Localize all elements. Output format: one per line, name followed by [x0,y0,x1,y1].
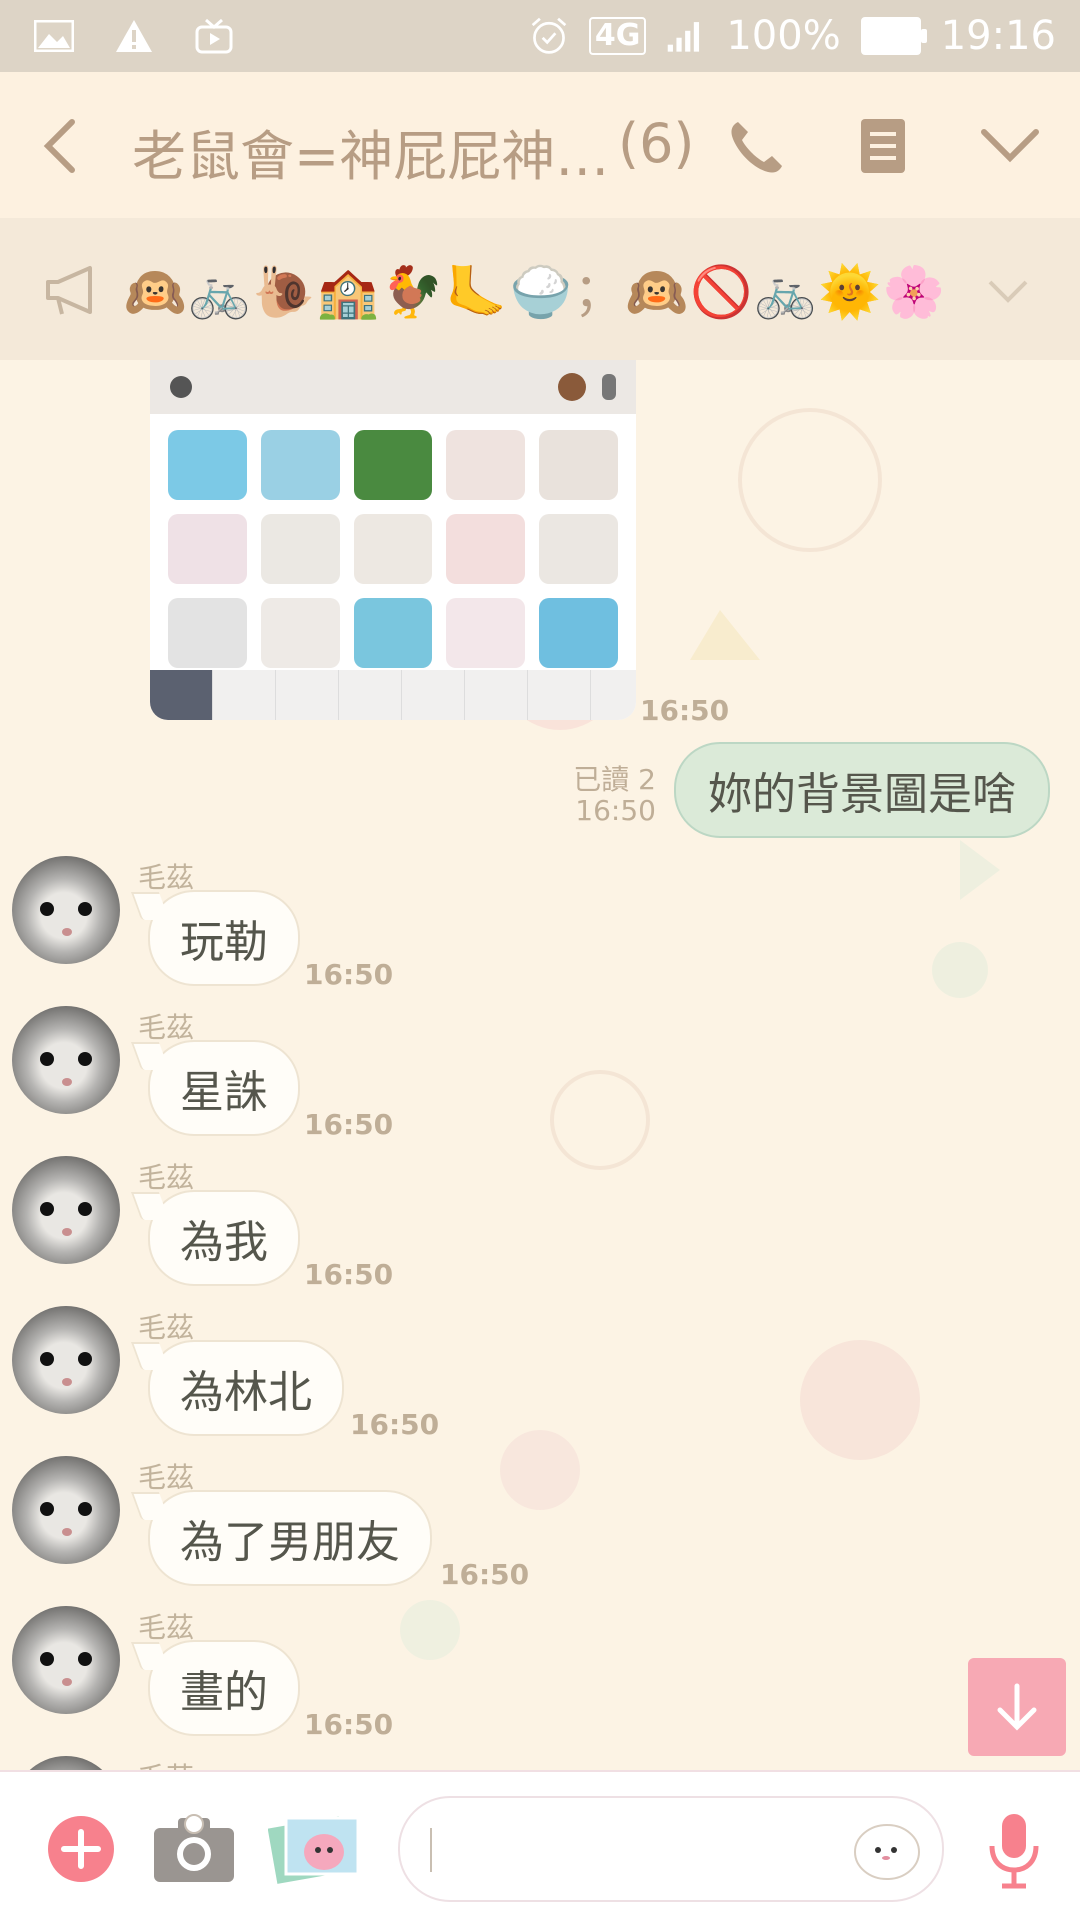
incoming-message-bubble[interactable]: 為我 [148,1190,300,1286]
text-caret [430,1828,432,1872]
incoming-message-bubble[interactable]: 為林北 [148,1340,344,1436]
camera-icon[interactable] [152,1812,236,1884]
incoming-message-bubble[interactable]: 畫的 [148,1640,300,1736]
note-icon[interactable] [858,116,908,176]
message-time: 16:50 [304,1708,394,1741]
warning-icon [114,18,154,54]
battery-icon [860,17,927,55]
gallery-icon [34,18,74,54]
chat-header: 老鼠會=神屁屁神… (6) [0,72,1080,218]
phone-icon[interactable] [724,116,788,180]
clock: 19:16 [940,13,1056,59]
status-bar: 4G 100% 19:16 [0,0,1080,72]
tv-icon [194,18,234,54]
network-type-label: 4G [588,17,647,55]
message-time: 16:50 [304,1258,394,1291]
avatar[interactable] [12,1006,120,1114]
signal-icon [666,18,706,54]
announcement-text: 🙉🚲🐌🏫🐓🦶🍚；🙉🚫🚲🌞🌸 [124,263,948,321]
scroll-to-bottom-button[interactable] [968,1658,1066,1756]
incoming-message-bubble[interactable]: 玩勒 [148,890,300,986]
shared-image[interactable] [150,360,636,720]
image-icon[interactable] [267,1808,362,1886]
outgoing-message-bubble[interactable]: 妳的背景圖是啥 [674,742,1050,838]
avatar[interactable] [12,1606,120,1714]
avatar[interactable] [12,1306,120,1414]
incoming-message-bubble[interactable]: 星誅 [148,1040,300,1136]
message-time: 16:50 [350,1408,440,1441]
message-input[interactable] [398,1796,944,1902]
sticker-icon[interactable] [852,1816,922,1882]
chat-area[interactable]: 16:50 已讀 2 16:50 妳的背景圖是啥 毛茲 玩勒 16:50 毛茲 … [0,360,1080,1770]
announcement-bar[interactable]: 🙉🚲🐌🏫🐓🦶🍚；🙉🚫🚲🌞🌸 [0,218,1080,362]
plus-icon[interactable] [48,1816,114,1882]
member-count: (6) [618,112,695,175]
message-time: 16:50 [304,1108,394,1141]
input-bar [0,1770,1080,1922]
megaphone-icon [44,262,100,318]
avatar[interactable] [12,856,120,964]
message-time: 16:50 [575,794,656,827]
avatar[interactable] [12,1156,120,1264]
message-time: 16:50 [440,1558,530,1591]
incoming-message-bubble[interactable]: 為了男朋友 [148,1490,432,1586]
read-receipt: 已讀 2 [573,763,656,796]
arrow-down-icon [997,1683,1037,1731]
back-arrow-icon[interactable] [40,116,80,176]
announcement-expand-icon[interactable] [986,270,1030,310]
message-time: 16:50 [304,958,394,991]
sender-name: 毛茲 [138,1756,194,1770]
alarm-icon [529,17,569,54]
mic-icon[interactable] [988,1812,1040,1890]
chevron-down-icon[interactable] [978,124,1042,168]
battery-percent: 100% [726,13,841,59]
message-time: 16:50 [640,694,730,727]
chat-title[interactable]: 老鼠會=神屁屁神… [132,112,609,191]
avatar[interactable] [12,1456,120,1564]
